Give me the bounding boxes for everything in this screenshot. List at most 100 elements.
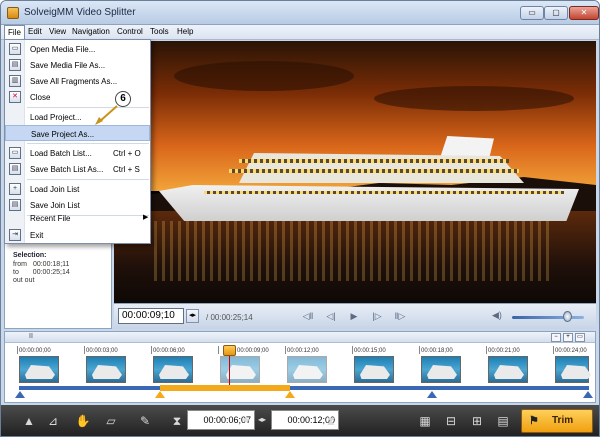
save-all-icon: ▥ [9, 75, 21, 87]
timeline-scrollbar[interactable]: II − + ▭ [5, 332, 595, 343]
fragment-track[interactable] [19, 386, 589, 390]
thumbnail-ship [427, 365, 457, 379]
menu-item-load-project[interactable]: Load Project... [5, 109, 150, 125]
menu-control[interactable]: Control [117, 27, 143, 36]
tick-mark [84, 346, 85, 354]
bottom-toolbar: ▲ ⊿ ✋ ▱ ✎ ⧗ 00:00:06;07 ◂▸ ◂▸ 00:00:12;0… [1, 405, 599, 436]
load-batch-icon: ▭ [9, 147, 21, 159]
thumbs-up-icon[interactable]: ✋ [75, 413, 91, 429]
timeline-panel[interactable]: II − + ▭ 00:00:00;00 00:00:03;00 00:00:0… [4, 331, 596, 403]
ship-upper-deck [239, 153, 524, 183]
ship-lights [229, 169, 519, 173]
tick-label: 00:00:21;00 [488, 348, 520, 354]
current-time-field[interactable]: 00:00:09;10 [118, 308, 184, 324]
step-forward-icon[interactable]: |▷ [370, 310, 384, 323]
menu-file[interactable]: File [4, 25, 25, 40]
menu-separator [27, 179, 149, 180]
tick-label: 00:00:06;00 [153, 348, 185, 354]
save-list-icon[interactable]: ▤ [495, 413, 511, 429]
menu-help[interactable]: Help [177, 27, 193, 36]
save-icon: ▤ [9, 59, 21, 71]
time-spin-button[interactable]: ◂▸ [186, 309, 199, 323]
menu-item-label: Save Media File As... [30, 61, 106, 70]
tick-label: 00:00:00;00 [19, 348, 51, 354]
selection-to: to 00:00:25;14 [13, 269, 70, 276]
menu-item-save-media[interactable]: ▤ Save Media File As... [5, 57, 150, 73]
selection-to-label: to [13, 269, 19, 276]
fragment-marker[interactable] [427, 391, 437, 398]
menu-view[interactable]: View [49, 27, 66, 36]
menu-item-label: Load Join List [30, 185, 80, 194]
app-window: SolveigMM Video Splitter ▭ ▢ ✕ File Edit… [0, 0, 600, 437]
prev-keyframe-icon[interactable]: ◁‖ [301, 310, 315, 323]
end-marker-icon[interactable]: ⧗ [323, 413, 339, 429]
frame-thumbnail[interactable] [220, 356, 260, 383]
menu-item-load-batch[interactable]: ▭ Load Batch List... Ctrl + O [5, 145, 150, 161]
tick-label: 00:00:03;00 [86, 348, 118, 354]
thumbnail-ship [561, 365, 591, 379]
close-button[interactable]: ✕ [569, 6, 599, 20]
minimize-button[interactable]: ▭ [520, 6, 544, 20]
menu-edit[interactable]: Edit [28, 27, 42, 36]
menu-item-label: Open Media File... [30, 45, 96, 54]
menu-item-recent-file[interactable]: Recent File ▶ [5, 210, 150, 226]
zoom-in-icon[interactable]: + [563, 333, 573, 342]
frame-thumbnail[interactable] [287, 356, 327, 383]
comment-icon[interactable]: ▱ [103, 413, 119, 429]
frame-thumbnail[interactable] [19, 356, 59, 383]
zoom-out-icon[interactable]: − [551, 333, 561, 342]
end-time-spin[interactable]: ◂▸ [255, 412, 269, 428]
selection-start-marker[interactable] [155, 391, 165, 398]
open-icon: ▭ [9, 43, 21, 55]
start-marker-icon[interactable]: ⧗ [169, 413, 185, 429]
frame-thumbnail[interactable] [153, 356, 193, 383]
selected-fragment[interactable] [160, 385, 290, 391]
exit-icon: ⇥ [9, 229, 21, 241]
edit-icon[interactable]: ✎ [137, 413, 153, 429]
selection-extra: out out [13, 277, 35, 284]
frame-thumbnail[interactable] [421, 356, 461, 383]
step-back-icon[interactable]: ◁| [324, 310, 338, 323]
trim-button[interactable]: ⚑ Trim [521, 409, 593, 433]
frame-thumbnail[interactable] [86, 356, 126, 383]
close-file-icon: ✕ [9, 91, 21, 103]
menu-item-open-media[interactable]: ▭ Open Media File... [5, 41, 150, 57]
play-icon[interactable]: ▶ [347, 310, 361, 323]
tick-mark [553, 346, 554, 354]
fragment-marker[interactable] [15, 391, 25, 398]
join-icon[interactable]: ⊞ [469, 413, 485, 429]
video-preview[interactable] [114, 41, 596, 303]
menu-tools[interactable]: Tools [150, 27, 169, 36]
selection-from: from 00:00:18;11 [13, 261, 69, 268]
fragment-marker[interactable] [583, 391, 593, 398]
playhead-handle[interactable] [223, 345, 236, 356]
next-keyframe-icon[interactable]: ‖▷ [393, 310, 407, 323]
start-time-spin[interactable]: ◂▸ [239, 412, 253, 428]
frame-thumbnail[interactable] [555, 356, 591, 383]
menu-navigation[interactable]: Navigation [72, 27, 110, 36]
split-icon[interactable]: ⊟ [443, 413, 459, 429]
volume-thumb[interactable] [563, 311, 573, 322]
menu-item-save-batch[interactable]: ▤ Save Batch List As... Ctrl + S [5, 161, 150, 177]
menu-item-exit[interactable]: ⇥ Exit [5, 227, 150, 243]
ship-lights [204, 191, 564, 194]
maximize-button[interactable]: ▢ [544, 6, 568, 20]
volume-icon[interactable]: ◀) [492, 310, 502, 321]
menu-item-load-join[interactable]: + Load Join List [5, 181, 150, 197]
callout-arrow-icon [95, 105, 118, 125]
title-bar: SolveigMM Video Splitter ▭ ▢ ✕ [1, 1, 599, 25]
menu-item-save-all-fragments[interactable]: ▥ Save All Fragments As... [5, 73, 150, 89]
selection-from-value: 00:00:18;11 [32, 261, 70, 268]
frame-thumbnail[interactable] [488, 356, 528, 383]
menu-item-save-project[interactable]: Save Project As... [5, 125, 150, 141]
add-marker-icon[interactable]: ▲ [21, 413, 37, 429]
remove-marker-icon[interactable]: ⊿ [45, 413, 61, 429]
volume-slider[interactable] [512, 316, 584, 319]
film-icon[interactable]: ▦ [417, 413, 433, 429]
trim-label: Trim [552, 415, 574, 426]
timeline-pause-icon[interactable]: II [29, 333, 33, 340]
selection-end-marker[interactable] [285, 391, 295, 398]
frame-thumbnail[interactable] [354, 356, 394, 383]
tick-mark [285, 346, 286, 354]
zoom-fit-icon[interactable]: ▭ [575, 333, 585, 342]
